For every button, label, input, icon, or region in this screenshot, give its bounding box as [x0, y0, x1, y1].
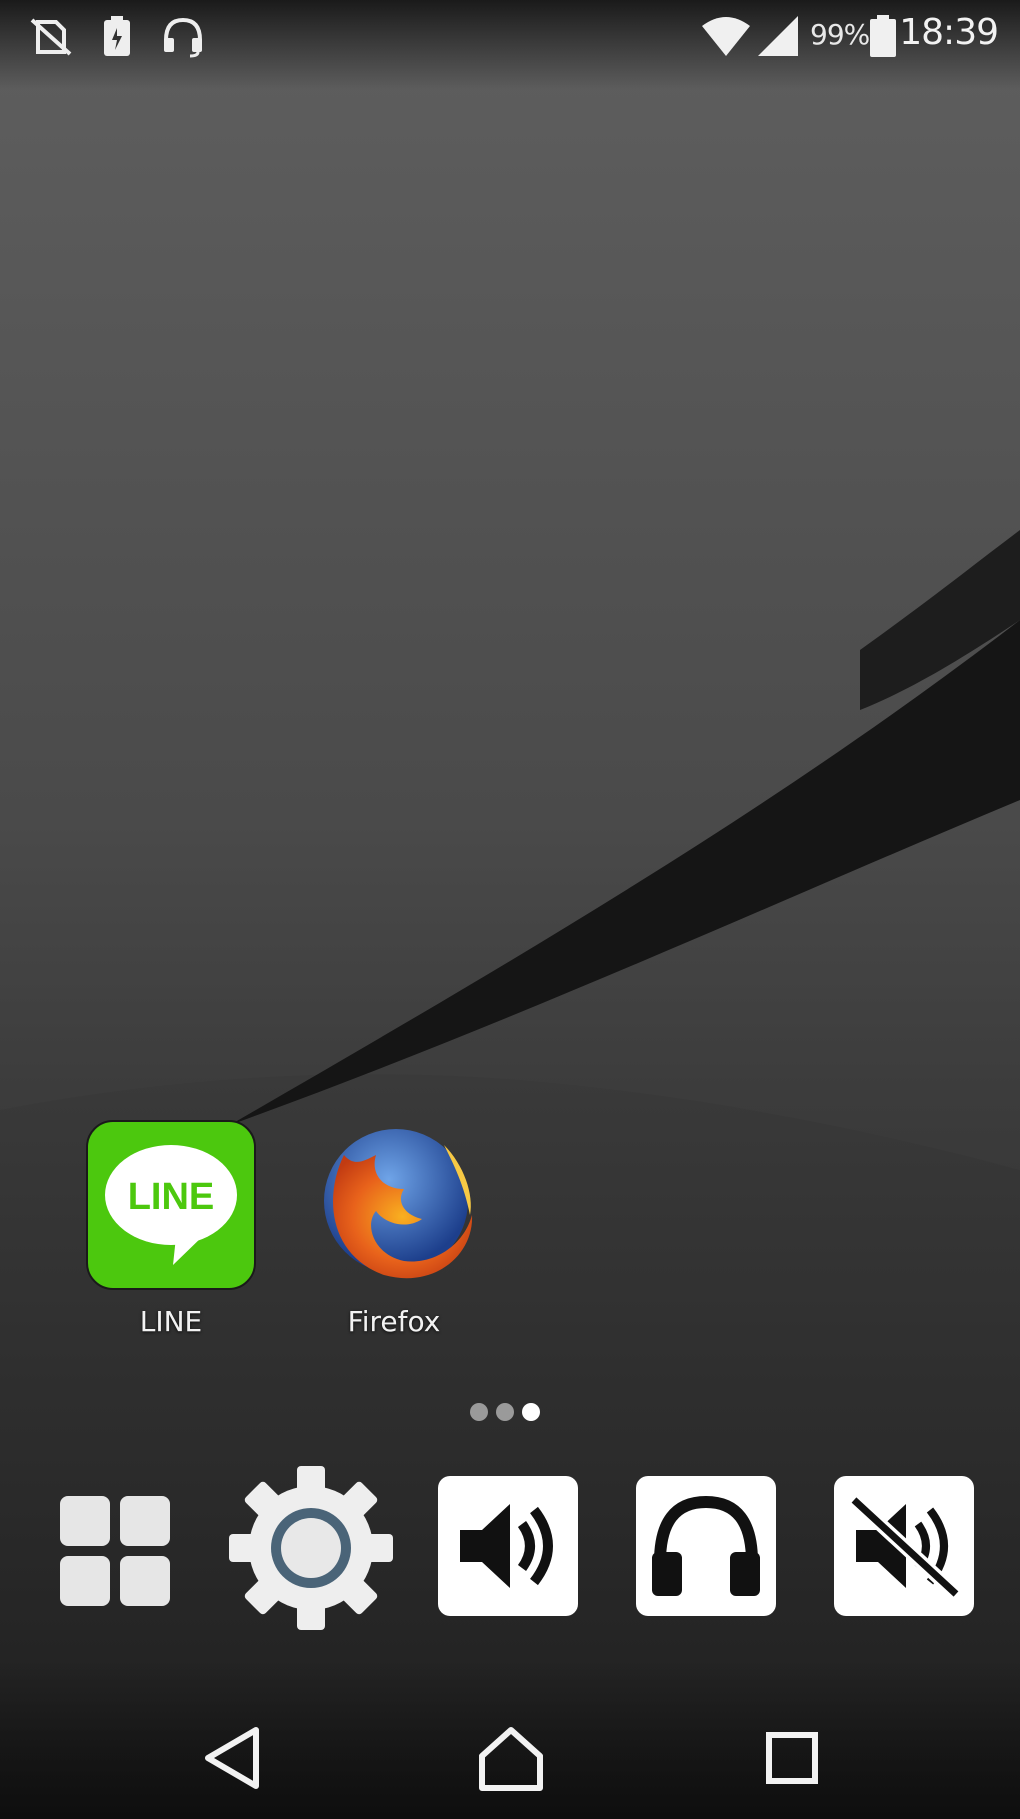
mute-button[interactable] [830, 1466, 980, 1626]
battery-saver-icon [104, 16, 130, 56]
home-button[interactable] [466, 1718, 556, 1798]
app-firefox[interactable]: Firefox [299, 1115, 489, 1338]
navigation-bar [0, 1700, 1020, 1819]
app-drawer-button[interactable] [48, 1466, 198, 1626]
line-logo-text: LINE [128, 1176, 215, 1218]
home-icon [479, 1727, 543, 1791]
battery-percent: 99% [810, 18, 870, 51]
cell-signal-icon [758, 16, 798, 56]
firefox-app-icon [324, 1129, 473, 1279]
settings-icon [229, 1466, 393, 1630]
app-drawer-icon [60, 1496, 170, 1606]
page-dot[interactable] [496, 1403, 514, 1421]
mute-icon [849, 1494, 961, 1600]
app-label: Firefox [347, 1305, 441, 1338]
headset-mic-icon [164, 17, 202, 58]
page-indicator [470, 1401, 540, 1423]
settings-button[interactable] [228, 1466, 393, 1630]
page-dot-active[interactable] [522, 1403, 540, 1421]
back-button[interactable] [190, 1718, 280, 1798]
app-line[interactable]: LINE LINE [76, 1115, 266, 1338]
headphone-button[interactable] [632, 1466, 782, 1626]
line-app-icon: LINE [86, 1120, 256, 1290]
recents-button[interactable] [748, 1718, 838, 1798]
recents-icon [766, 1732, 818, 1784]
home-screen: 99% 18:39 LINE LINE Firefox [0, 0, 1020, 1819]
headphone-icon [652, 1495, 760, 1596]
back-icon [205, 1727, 259, 1789]
wifi-icon [702, 17, 750, 56]
no-sim-icon [30, 18, 72, 56]
sound-button[interactable] [434, 1466, 584, 1626]
clock: 18:39 [899, 12, 999, 53]
battery-icon [870, 15, 896, 57]
app-label: LINE [139, 1305, 203, 1338]
status-bar: 99% 18:39 [0, 0, 1020, 72]
page-dot[interactable] [470, 1403, 488, 1421]
speaker-icon [460, 1504, 553, 1588]
